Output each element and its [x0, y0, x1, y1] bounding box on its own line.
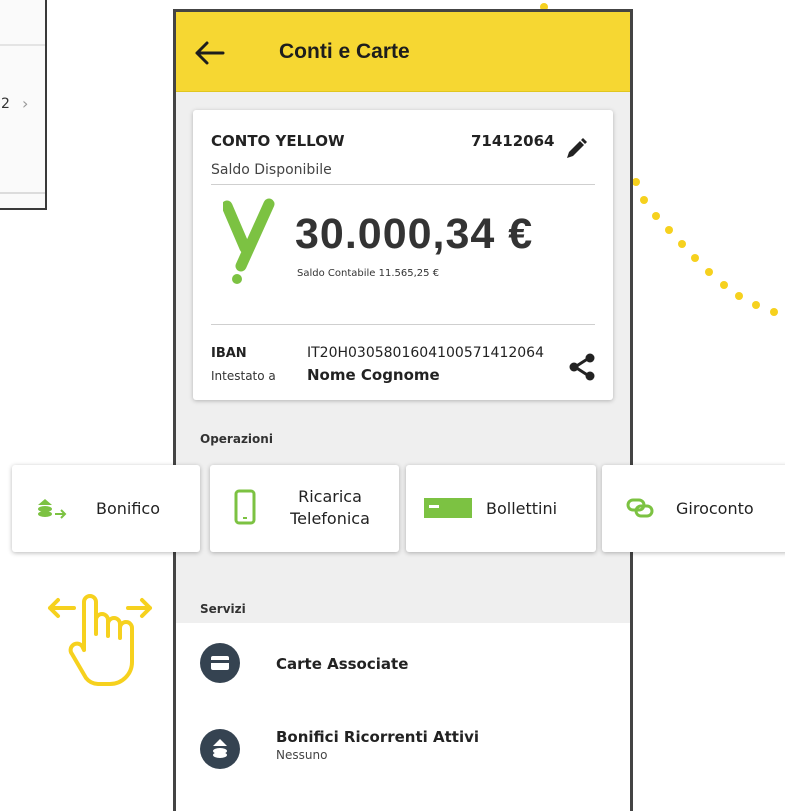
divider: [0, 44, 45, 46]
service-title: Bonifici Ricorrenti Attivi: [276, 728, 480, 746]
bill-icon: [424, 498, 472, 518]
divider: [211, 324, 595, 325]
background-item-number: 2: [1, 96, 10, 112]
swipe-gesture-icon: [48, 594, 152, 686]
phone-screen: Conti e Carte CONTO YELLOW 71412064 Sald…: [173, 9, 633, 811]
back-arrow-icon[interactable]: [194, 40, 226, 66]
service-title: Carte Associate: [276, 655, 409, 673]
service-item-cards[interactable]: Carte Associate: [176, 623, 630, 703]
service-subtitle: Nessuno: [276, 748, 328, 762]
operation-label-line2: Telefonica: [290, 509, 370, 528]
account-name: CONTO YELLOW: [211, 132, 345, 150]
divider: [211, 184, 595, 185]
divider: [0, 192, 45, 194]
share-icon[interactable]: [567, 352, 597, 382]
available-balance: 30.000,34 €: [295, 210, 534, 258]
service-item-recurring-transfers[interactable]: Bonifici Ricorrenti Attivi Nessuno: [176, 703, 630, 783]
page-title: Conti e Carte: [279, 40, 410, 63]
operation-button-bollettini[interactable]: Bollettini: [406, 465, 596, 552]
services-section-label: Servizi: [200, 602, 246, 616]
account-card: CONTO YELLOW 71412064 Saldo Disponibile …: [193, 110, 613, 400]
background-screen-fragment: 2 ›: [0, 0, 47, 210]
book-balance: Saldo Contabile 11.565,25 €: [297, 268, 440, 279]
operation-button-giroconto[interactable]: Giroconto: [602, 465, 785, 552]
transfer-icon: [38, 499, 67, 519]
chevron-right-icon: ›: [22, 94, 29, 113]
iban-label: IBAN: [211, 346, 247, 361]
available-balance-label: Saldo Disponibile: [211, 162, 332, 178]
operation-label: Giroconto: [676, 499, 754, 518]
iban-value: IT20H0305801604100571412064: [307, 345, 544, 361]
holder-name: Nome Cognome: [307, 366, 440, 384]
operation-label: Bollettini: [486, 499, 558, 518]
holder-label: Intestato a: [211, 369, 276, 383]
y-logo-icon: [223, 198, 275, 284]
operations-section-label: Operazioni: [200, 432, 273, 446]
phone-icon: [234, 489, 256, 525]
pencil-icon[interactable]: [563, 136, 589, 162]
app-bar: Conti e Carte: [176, 12, 630, 92]
operation-button-bonifico[interactable]: Bonifico: [12, 465, 200, 552]
operation-label: Bonifico: [96, 499, 161, 518]
services-list: Carte Associate Bonifici Ricorrenti Atti…: [176, 623, 630, 811]
recurring-transfer-icon: [200, 729, 240, 769]
operation-label-line1: Ricarica: [298, 487, 362, 506]
operation-button-ricarica[interactable]: Ricarica Telefonica: [210, 465, 399, 552]
link-icon: [626, 498, 654, 518]
card-icon: [200, 643, 240, 683]
account-number: 71412064: [471, 132, 555, 150]
